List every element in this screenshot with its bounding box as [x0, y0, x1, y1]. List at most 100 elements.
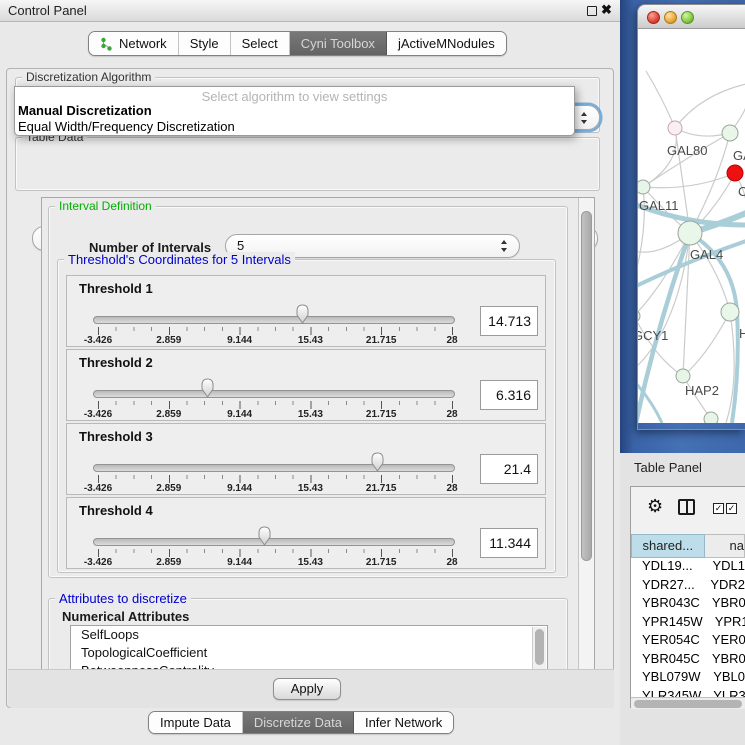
column-header-name[interactable]: na	[705, 534, 745, 558]
close-icon[interactable]: ✖	[601, 2, 612, 18]
top-tab-strip: Network StyleSelect Cyni Toolbox jActiveMNo…	[88, 31, 507, 56]
tab-jactivemnodules[interactable]: jActiveMNodules	[387, 32, 506, 55]
tab-label: Cyni Toolbox	[301, 36, 375, 51]
popup-option-manual-discretization[interactable]: Manual Discretization	[15, 103, 574, 119]
tick-label: -3.426	[84, 335, 112, 346]
threshold-value-field[interactable]: 14.713	[480, 306, 538, 336]
tab-label: jActiveMNodules	[398, 36, 495, 51]
table-row[interactable]: YLR345WYLR3	[631, 688, 745, 698]
float-window-icon[interactable]	[587, 6, 597, 16]
network-node-label: C	[738, 184, 745, 199]
network-edge[interactable]	[683, 312, 730, 376]
table-cell: YDL1	[700, 558, 745, 577]
tab-select[interactable]: Select	[231, 32, 290, 55]
table-row[interactable]: YBR045CYBR0	[631, 651, 745, 670]
table-horizontal-scrollbar[interactable]	[631, 697, 745, 709]
tab-discretize-data[interactable]: Discretize Data	[243, 712, 354, 733]
tick-label: 15.43	[298, 335, 323, 346]
attributes-list-scrollbar[interactable]	[532, 627, 546, 670]
slider-handle[interactable]	[370, 451, 385, 473]
network-edge[interactable]	[643, 173, 735, 188]
attributes-group: Attributes to discretize Numerical Attri…	[48, 598, 568, 670]
slider-track[interactable]	[93, 316, 455, 324]
network-edge[interactable]	[643, 133, 730, 187]
apply-button[interactable]: Apply	[273, 678, 341, 700]
scrollbar-thumb[interactable]	[634, 700, 742, 708]
network-canvas[interactable]: GAL80GACGAL11GAL4GCY1HHAP2	[638, 29, 745, 423]
slider-track[interactable]	[93, 464, 455, 472]
column-header-shared[interactable]: shared...	[631, 534, 705, 558]
attribute-item-selfloops[interactable]: SelfLoops	[71, 626, 547, 644]
apply-bar: Apply	[8, 669, 614, 708]
table-rows: YDL19...YDL1YDR27...YDR2YBR043CYBR0YPR14…	[631, 558, 745, 697]
table-row[interactable]: YPR145WYPR1	[631, 614, 745, 633]
slider-track[interactable]	[93, 538, 455, 546]
scrollbar-thumb[interactable]	[581, 211, 592, 561]
table-row[interactable]: YDL19...YDL1	[631, 558, 745, 577]
network-view-window[interactable]: GAL80GACGAL11GAL4GCY1HHAP2	[637, 4, 745, 430]
table-cell: YER054C	[631, 632, 700, 651]
node-table: ⚙ ✓ ✓ shared... na YDL19...YDL1YDR27...Y…	[630, 486, 745, 708]
attribute-item-topologicalcoefficient[interactable]: TopologicalCoefficient	[71, 644, 547, 662]
threshold-value-field[interactable]: 6.316	[480, 380, 538, 410]
slider-ticks	[98, 549, 454, 557]
table-cell: YBR0	[700, 595, 745, 614]
table-cell: YBL079W	[631, 669, 701, 688]
slider-handle[interactable]	[257, 525, 272, 547]
table-row[interactable]: YDR27...YDR2	[631, 577, 745, 596]
minimize-traffic-light[interactable]	[664, 11, 677, 24]
threshold-label: Threshold 2	[79, 355, 153, 370]
tab-network[interactable]: Network	[89, 32, 179, 55]
network-icon	[100, 37, 113, 51]
popup-option-equal-width[interactable]: Equal Width/Frequency Discretization	[15, 119, 574, 135]
tick-label: 2.859	[156, 483, 181, 494]
network-edge[interactable]	[675, 84, 745, 128]
split-view-icon[interactable]	[678, 499, 695, 515]
slider-handle[interactable]	[200, 377, 215, 399]
tab-label: Network	[119, 36, 167, 51]
tick-label: -3.426	[84, 409, 112, 420]
panel-title: Control Panel	[8, 3, 87, 18]
tab-label: Infer Network	[365, 715, 442, 730]
network-node-hap2[interactable]	[676, 369, 690, 383]
network-node-gcy1[interactable]	[638, 310, 640, 322]
slider-ticks	[98, 475, 454, 483]
tab-style[interactable]: Style	[179, 32, 231, 55]
tick-label: 28	[446, 409, 457, 420]
network-edge[interactable]	[690, 233, 730, 312]
tab-impute-data[interactable]: Impute Data	[149, 712, 243, 733]
table-row[interactable]: YBL079WYBL0	[631, 669, 745, 688]
slider-track[interactable]	[93, 390, 455, 398]
threshold-value-field[interactable]: 11.344	[480, 528, 538, 558]
tab-label: Discretize Data	[254, 715, 342, 730]
network-edge[interactable]	[646, 71, 675, 128]
network-node-gal11[interactable]	[638, 180, 650, 194]
network-node-c[interactable]	[727, 165, 743, 181]
tick-label: 9.144	[227, 335, 252, 346]
numerical-attributes-list[interactable]: SelfLoopsTopologicalCoefficientBetweenne…	[70, 625, 548, 670]
scrollbar-thumb[interactable]	[535, 629, 544, 665]
zoom-traffic-light[interactable]	[681, 11, 694, 24]
table-cell: YBL0	[701, 669, 745, 688]
table-row[interactable]: YBR043CYBR0	[631, 595, 745, 614]
network-node-gal80[interactable]	[668, 121, 682, 135]
close-traffic-light[interactable]	[647, 11, 660, 24]
table-row[interactable]: YER054CYER0	[631, 632, 745, 651]
gear-icon[interactable]: ⚙	[647, 497, 663, 515]
network-node[interactable]	[704, 412, 718, 423]
checkbox-icon[interactable]: ✓	[726, 503, 737, 514]
network-node-ga[interactable]	[722, 125, 738, 141]
network-node-label: H	[739, 326, 745, 341]
threshold-value-field[interactable]: 21.4	[480, 454, 538, 484]
tab-infer-network[interactable]: Infer Network	[354, 712, 453, 733]
network-node-label: HAP2	[685, 383, 719, 398]
network-node-h[interactable]	[721, 303, 739, 321]
tick-label: 28	[446, 335, 457, 346]
slider-handle[interactable]	[295, 303, 310, 325]
checkbox-icon[interactable]: ✓	[713, 503, 724, 514]
settings-scroll-viewport: Interval Definition Number of Intervals …	[41, 197, 595, 670]
network-node-gal4[interactable]	[678, 221, 702, 245]
settings-vertical-scrollbar[interactable]	[578, 198, 594, 669]
interval-definition-group: Interval Definition Number of Intervals …	[48, 206, 568, 578]
tab-cyni-toolbox[interactable]: Cyni Toolbox	[290, 32, 387, 55]
